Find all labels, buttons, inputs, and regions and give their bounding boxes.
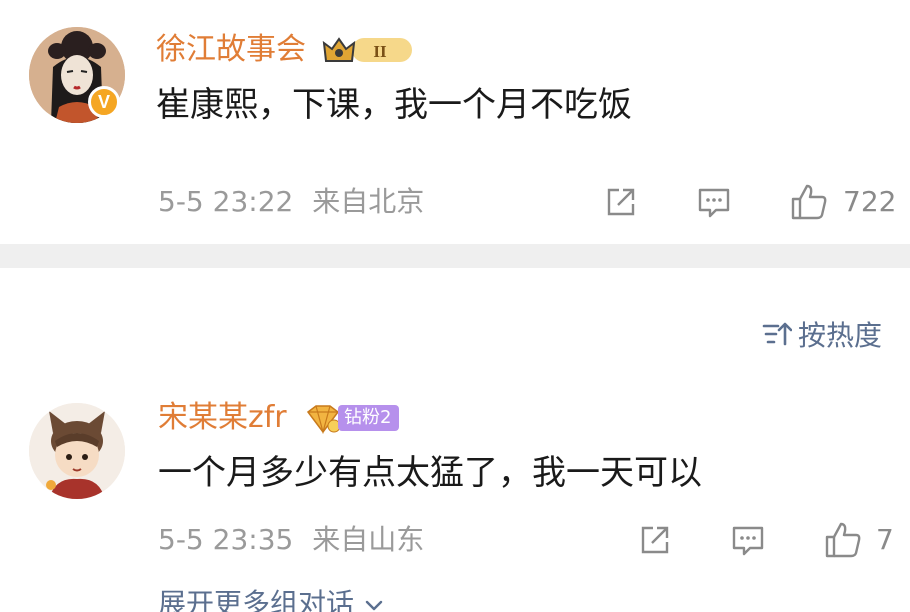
sort-label: 按热度 <box>798 319 883 352</box>
fan-level-badge: 钻粉2 <box>338 405 400 431</box>
like-icon[interactable] <box>789 182 829 222</box>
timestamp: 5-5 23:22 <box>158 185 294 218</box>
location: 来自山东 <box>312 523 425 556</box>
comment-meta: 5-5 23:35 来自山东 <box>158 522 424 558</box>
comment-meta: 5-5 23:22 来自北京 <box>158 184 424 220</box>
username[interactable]: 徐江故事会 <box>156 32 306 68</box>
like-count: 7 <box>876 523 894 556</box>
expand-label: 展开更多组对话 <box>158 587 355 612</box>
comment-icon[interactable] <box>730 522 766 558</box>
chevron-down-icon <box>365 600 383 611</box>
comment-text: 一个月多少有点太猛了，我一天可以 <box>158 453 702 493</box>
username[interactable]: 宋某某zfr <box>158 400 287 436</box>
share-icon[interactable] <box>603 184 639 220</box>
like-count: 722 <box>843 185 897 218</box>
like-icon[interactable] <box>823 520 863 560</box>
location: 来自北京 <box>312 185 425 218</box>
avatar[interactable] <box>29 403 125 499</box>
crown-medal-icon: II <box>322 37 412 62</box>
section-divider <box>0 244 910 268</box>
timestamp: 5-5 23:35 <box>158 523 294 556</box>
share-icon[interactable] <box>637 522 673 558</box>
fan-medal: 钻粉2 <box>304 402 400 434</box>
diamond-fan-icon <box>306 405 341 434</box>
expand-more-replies-link[interactable]: 展开更多组对话 <box>158 586 385 612</box>
sort-icon <box>762 322 792 346</box>
comment-feed: V 徐江故事会 II 崔康熙，下课，我一个月不吃饭 5-5 23:22 来自北京 <box>0 0 910 612</box>
sort-by-hot-button[interactable]: 按热度 <box>762 316 882 352</box>
comment-icon[interactable] <box>696 184 732 220</box>
comment-text: 崔康熙，下课，我一个月不吃饭 <box>156 85 632 125</box>
comment-item: V 徐江故事会 II 崔康熙，下课，我一个月不吃饭 5-5 23:22 来自北京 <box>0 0 910 244</box>
verified-badge-icon: V <box>88 86 120 118</box>
medal-label: II <box>373 42 387 61</box>
